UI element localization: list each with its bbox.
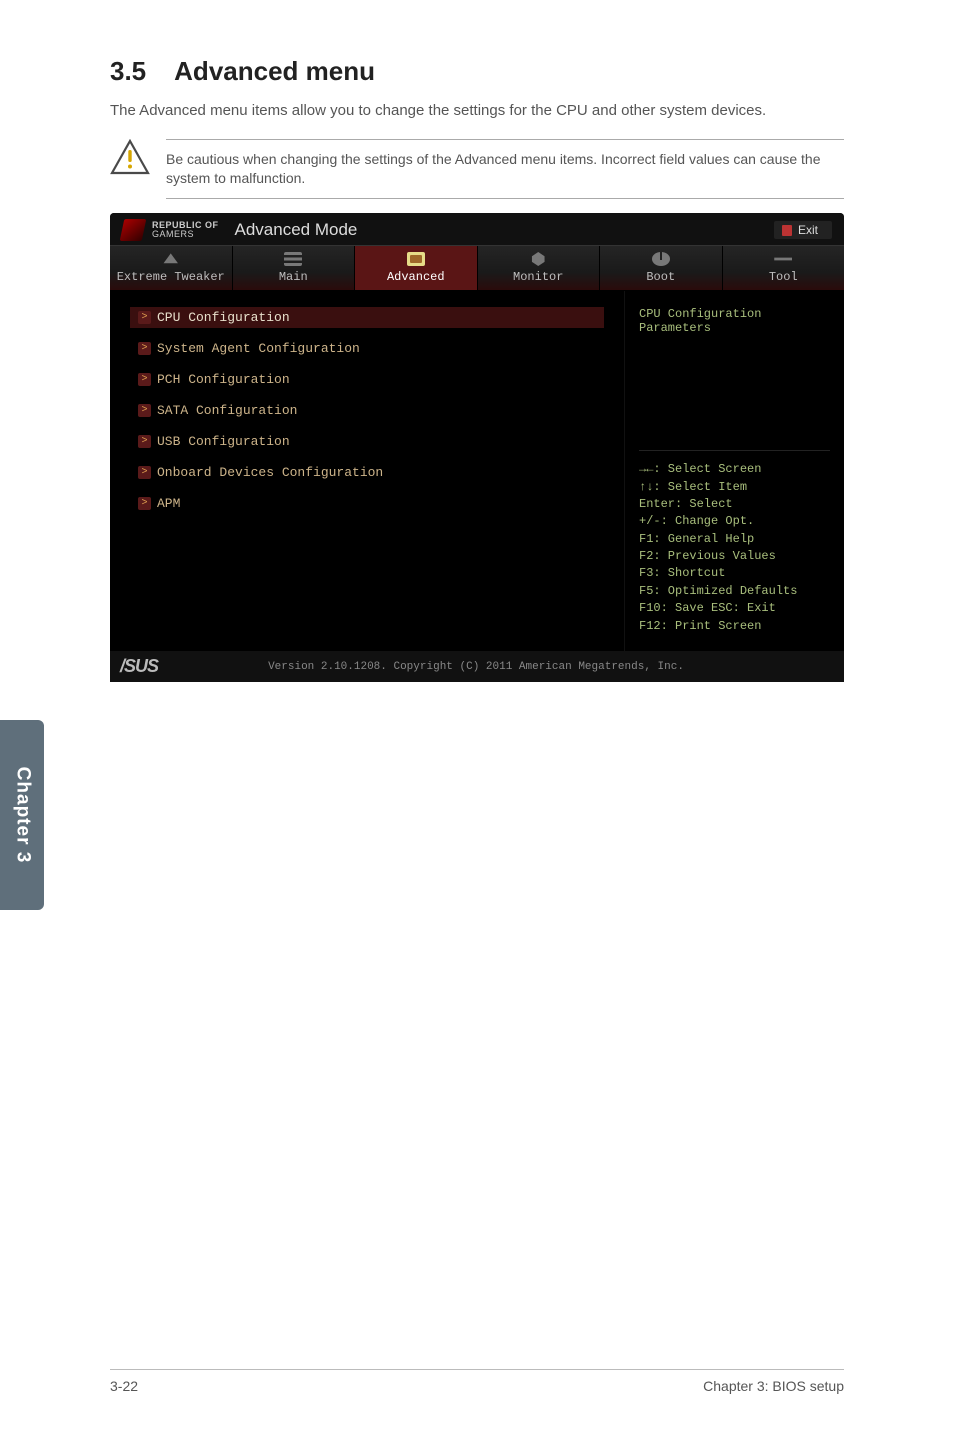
option-cpu-configuration[interactable]: > CPU Configuration — [130, 307, 604, 328]
tab-boot[interactable]: Boot — [600, 246, 723, 290]
option-label: SATA Configuration — [157, 403, 297, 418]
tab-monitor[interactable]: Monitor — [478, 246, 601, 290]
menu-icon — [284, 252, 302, 266]
fnkey-line: Enter: Select — [639, 496, 830, 513]
bios-screenshot: REPUBLIC OF GAMERS Advanced Mode Exit Ex… — [110, 213, 844, 682]
option-label: CPU Configuration — [157, 310, 290, 325]
tab-label: Monitor — [513, 270, 563, 284]
version-text: Version 2.10.1208. Copyright (C) 2011 Am… — [158, 661, 794, 673]
chapter-side-label: Chapter 3 — [11, 767, 33, 864]
option-apm[interactable]: > APM — [130, 493, 604, 514]
tool-icon — [774, 252, 792, 266]
chip-icon — [407, 252, 425, 266]
tab-main[interactable]: Main — [233, 246, 356, 290]
power-icon — [652, 252, 670, 266]
fnkey-line: F12: Print Screen — [639, 618, 830, 635]
option-usb-configuration[interactable]: > USB Configuration — [130, 431, 604, 452]
chevron-right-icon: > — [138, 373, 151, 386]
fnkey-line: F3: Shortcut — [639, 565, 830, 582]
fnkey-line: F1: General Help — [639, 531, 830, 548]
chevron-right-icon: > — [138, 466, 151, 479]
exit-button[interactable]: Exit — [774, 221, 832, 239]
option-label: APM — [157, 496, 180, 511]
intro-text: The Advanced menu items allow you to cha… — [110, 101, 844, 121]
fnkey-line: ↑↓: Select Item — [639, 479, 830, 496]
option-label: Onboard Devices Configuration — [157, 465, 383, 480]
asus-logo: /SUS — [120, 656, 158, 677]
tab-label: Advanced — [387, 270, 445, 284]
section-heading: Advanced menu — [174, 56, 375, 86]
fnkey-line: F2: Previous Values — [639, 548, 830, 565]
option-pch-configuration[interactable]: > PCH Configuration — [130, 369, 604, 390]
tweaker-icon — [162, 252, 180, 266]
chevron-right-icon: > — [138, 435, 151, 448]
option-onboard-devices-configuration[interactable]: > Onboard Devices Configuration — [130, 462, 604, 483]
section-title: 3.5 Advanced menu — [110, 56, 844, 87]
help-title: CPU Configuration Parameters — [639, 307, 830, 335]
chevron-right-icon: > — [138, 404, 151, 417]
tab-tool[interactable]: Tool — [723, 246, 845, 290]
mode-label: Advanced Mode — [235, 220, 358, 240]
monitor-icon — [529, 252, 547, 266]
tab-advanced[interactable]: Advanced — [355, 246, 478, 290]
page-number: 3-22 — [110, 1378, 138, 1394]
tab-extreme-tweaker[interactable]: Extreme Tweaker — [110, 246, 233, 290]
brand-text: REPUBLIC OF GAMERS — [152, 221, 219, 240]
caution-icon — [110, 139, 150, 182]
option-label: USB Configuration — [157, 434, 290, 449]
fnkey-line: +/-: Change Opt. — [639, 513, 830, 530]
fnkey-line: F5: Optimized Defaults — [639, 583, 830, 600]
fnkey-line: F10: Save ESC: Exit — [639, 600, 830, 617]
chevron-right-icon: > — [138, 497, 151, 510]
option-system-agent-configuration[interactable]: > System Agent Configuration — [130, 338, 604, 359]
chapter-side-tab: Chapter 3 — [0, 720, 44, 910]
tab-label: Main — [279, 270, 308, 284]
option-label: PCH Configuration — [157, 372, 290, 387]
fnkey-line: →←: Select Screen — [639, 461, 830, 478]
door-icon — [782, 225, 792, 236]
chevron-right-icon: > — [138, 311, 151, 324]
tab-label: Boot — [646, 270, 675, 284]
rog-logo-icon — [120, 219, 147, 241]
tab-label: Extreme Tweaker — [117, 270, 225, 284]
section-number: 3.5 — [110, 56, 146, 87]
option-label: System Agent Configuration — [157, 341, 360, 356]
tab-label: Tool — [769, 270, 798, 284]
caution-text: Be cautious when changing the settings o… — [166, 150, 844, 188]
chapter-footer: Chapter 3: BIOS setup — [703, 1378, 844, 1394]
option-sata-configuration[interactable]: > SATA Configuration — [130, 400, 604, 421]
chevron-right-icon: > — [138, 342, 151, 355]
exit-label: Exit — [798, 223, 818, 237]
